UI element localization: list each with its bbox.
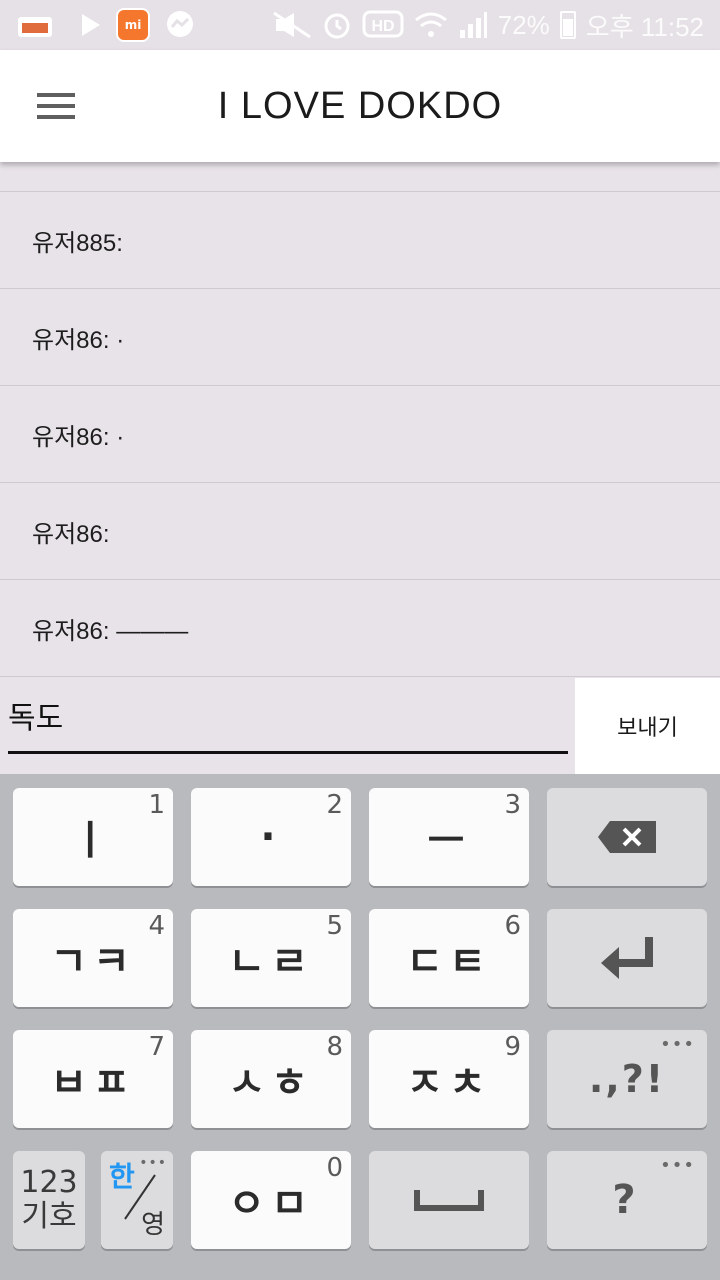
space-button[interactable] [369,1151,529,1249]
number-symbol-key[interactable]: 123 기호 [13,1151,85,1249]
messenger-icon [164,9,196,41]
svg-text:HD: HD [371,18,394,35]
hamburger-menu-icon [37,93,75,119]
key-number: 5 [326,911,343,941]
alarm-icon [322,10,352,40]
key-eu[interactable]: 3 ㅡ [369,788,529,886]
app-bar: I LOVE DOKDO [0,50,720,162]
key-o-m[interactable]: 0 ㅇㅁ [191,1151,351,1249]
key-label: ㅂㅍ [50,1060,136,1106]
key-number: 9 [504,1032,521,1062]
hd-icon: HD [362,10,404,40]
key-label: ㅣ [71,818,115,864]
list-divider [0,162,720,192]
key-d-t[interactable]: 6 ㄷㅌ [369,909,529,1007]
mi-icon: mi [116,8,150,42]
battery-icon [559,11,576,39]
key-label: ㄷㅌ [406,939,492,985]
key-label: ㅈㅊ [406,1060,492,1106]
key-j-ch[interactable]: 9 ㅈㅊ [369,1030,529,1128]
message-input[interactable] [8,697,568,732]
key-label-top: 123 [20,1165,78,1200]
key-dot[interactable]: 2 · [191,788,351,886]
key-label: ㅅㅎ [228,1060,314,1106]
key-number: 3 [504,790,521,820]
key-label: ㄴㄹ [228,939,314,985]
key-n-r[interactable]: 5 ㄴㄹ [191,909,351,1007]
key-label: ? [612,1177,642,1223]
more-dots-icon: ••• [660,1034,695,1055]
enter-icon [601,937,653,979]
key-label-yeong: 영 [141,1210,165,1240]
key-number: 7 [148,1032,165,1062]
language-toggle-key[interactable]: ••• 한 영 [101,1151,173,1249]
signal-icon [458,10,488,40]
list-item: 유저86: · [0,386,720,483]
key-s-h[interactable]: 8 ㅅㅎ [191,1030,351,1128]
folder-icon [16,11,66,39]
send-button[interactable]: 보내기 [575,678,720,774]
key-number: 8 [326,1032,343,1062]
key-g-k[interactable]: 4 ㄱㅋ [13,909,173,1007]
status-bar: mi HD 72% 오후 11:52 [0,0,720,50]
question-key[interactable]: ••• ? [547,1151,707,1249]
punctuation-key[interactable]: ••• .,?! [547,1030,707,1128]
list-item: 유저86: [0,483,720,580]
keyboard: 1 ㅣ 2 · 3 ㅡ 4 ㄱㅋ 5 ㄴㄹ 6 ㄷㅌ 7 ㅂㅍ 8 ㅅㅎ 9 ㅈ… [0,774,720,1280]
message-list[interactable]: 유저885: 유저86: · 유저86: · 유저86: 유저86: ——— [0,162,720,678]
clock: 오후 11:52 [585,11,704,42]
key-number: 0 [326,1153,343,1183]
message-input-wrapper [8,678,568,754]
key-number: 4 [148,911,165,941]
backspace-icon [598,821,656,853]
key-label: · [260,814,282,860]
key-i[interactable]: 1 ㅣ [13,788,173,886]
menu-button[interactable] [0,50,112,162]
key-b-p[interactable]: 7 ㅂㅍ [13,1030,173,1128]
key-label-bottom: 기호 [21,1199,77,1234]
key-label: .,?! [588,1057,666,1101]
list-item: 유저86: ——— [0,580,720,677]
play-icon [80,12,102,38]
more-dots-icon: ••• [660,1155,695,1176]
list-item: 유저86: · [0,289,720,386]
mute-icon [272,11,312,39]
backspace-button[interactable] [547,788,707,886]
key-label: ㅇㅁ [228,1181,314,1227]
enter-button[interactable] [547,909,707,1007]
key-label: ㄱㅋ [50,939,136,985]
wifi-icon [414,10,448,40]
composer: 보내기 [0,678,720,774]
battery-percent: 72% [497,9,550,40]
key-number: 1 [148,790,165,820]
key-number: 6 [504,911,521,941]
key-number: 2 [326,790,343,820]
list-item: 유저885: [0,192,720,289]
key-label: ㅡ [427,818,471,864]
space-icon [414,1190,484,1211]
